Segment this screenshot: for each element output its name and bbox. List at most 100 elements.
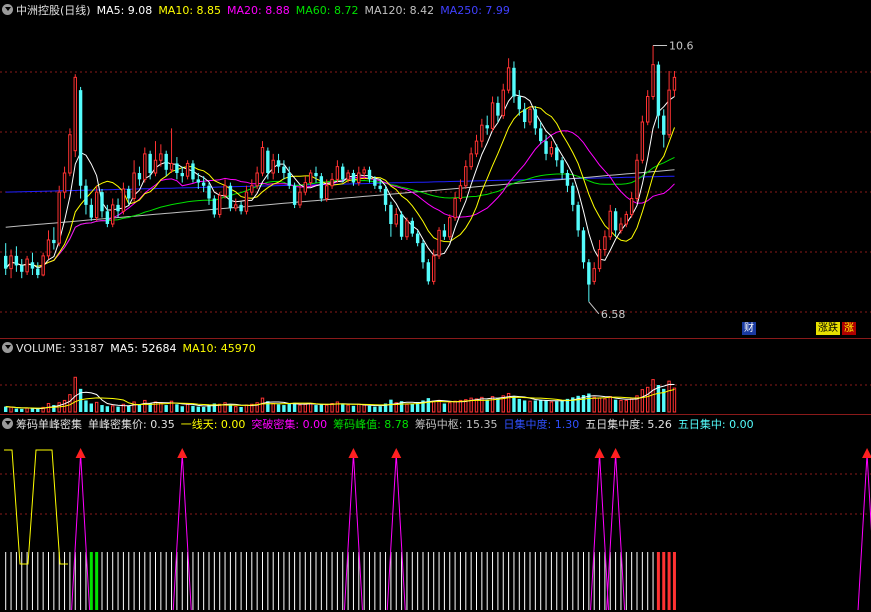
volume-bar-up xyxy=(271,403,275,413)
indicator-bar xyxy=(37,552,39,610)
volume-pane[interactable]: VOLUME: 33187 MA5: 52684 MA10: 45970 xyxy=(0,338,871,414)
volume-bar-up xyxy=(234,406,238,413)
indicator-bar xyxy=(529,552,531,610)
candle-body-up xyxy=(597,249,602,270)
volume-bar-up xyxy=(651,379,655,413)
volume-bar-down xyxy=(314,405,318,412)
candle-body-down xyxy=(84,185,88,205)
candle-body-up xyxy=(218,194,222,215)
volume-bar-up xyxy=(629,398,634,413)
candle-body-up xyxy=(41,255,45,276)
indicator-bar xyxy=(219,552,221,610)
candle-body-up xyxy=(185,162,190,177)
candle-body-up xyxy=(68,134,72,174)
volume-bar-up xyxy=(646,386,650,413)
candle-body-up xyxy=(255,172,259,187)
indicator-bar xyxy=(53,552,55,610)
indicator-pane[interactable]: 筹码单峰密集 单峰密集价: 0.35 一线天: 0.00 突破密集: 0.00 筹码峰值… xyxy=(0,414,871,612)
volume-bar-up xyxy=(640,389,645,413)
candle-body-up xyxy=(250,185,254,193)
volume-bar-up xyxy=(608,396,612,413)
badge-zhangdie[interactable]: 涨跌 xyxy=(816,322,840,335)
candle-body-down xyxy=(587,262,591,285)
indicator-bar xyxy=(561,552,563,610)
indicator-bar xyxy=(304,552,306,610)
candle-body-down xyxy=(319,176,324,199)
candle-body-down xyxy=(426,262,431,282)
indicator-bar xyxy=(208,552,210,610)
indicator-bar xyxy=(336,552,338,610)
signal-arrow-icon xyxy=(610,448,621,458)
indicator-bar xyxy=(540,552,542,610)
volume-bar-up xyxy=(185,403,190,413)
candle-body-up xyxy=(335,166,340,180)
five-day-concentration: 五日集中度: 5.26 xyxy=(585,418,672,431)
five-day-concentrated: 五日集中: 0.00 xyxy=(677,418,754,431)
indicator-bar xyxy=(672,552,676,610)
volume-bar-up xyxy=(94,401,99,413)
candle-body-up xyxy=(362,169,366,174)
indicator-bar xyxy=(556,552,558,610)
badge-cai[interactable]: 财 xyxy=(742,322,756,335)
indicator-bar xyxy=(10,552,12,610)
candle-body-down xyxy=(4,255,8,269)
indicator-bar xyxy=(213,552,215,610)
candle-body-down xyxy=(127,188,131,199)
volume-bar-down xyxy=(164,405,168,412)
indicator-bar xyxy=(272,552,274,610)
indicator-bar xyxy=(294,552,296,610)
indicator-bar xyxy=(133,552,135,610)
indicator-bar xyxy=(240,552,242,610)
volume-bar-up xyxy=(25,407,29,413)
indicator-bar xyxy=(572,552,574,610)
indicator-bar xyxy=(566,552,568,610)
indicator-bar xyxy=(481,552,483,610)
indicator-bar xyxy=(267,552,269,610)
volume-bar-up xyxy=(111,405,115,413)
candle-body-down xyxy=(228,185,233,209)
indicator-bar xyxy=(406,552,408,610)
candle-body-up xyxy=(528,108,532,123)
candle-body-down xyxy=(399,214,404,237)
indicator-bar xyxy=(64,552,66,610)
candle-body-down xyxy=(100,192,104,212)
volume-bar-down xyxy=(137,404,142,412)
candle-body-down xyxy=(613,211,618,231)
volume-bar-down xyxy=(4,406,8,412)
candle-body-down xyxy=(539,128,543,142)
volume-bar-down xyxy=(201,406,206,412)
signal-arrow-icon xyxy=(177,448,188,458)
indicator-bar xyxy=(427,552,429,610)
indicator-bar xyxy=(165,552,167,610)
candle-body-up xyxy=(437,229,441,257)
volume-bar-down xyxy=(100,405,104,412)
candle-body-up xyxy=(298,191,302,206)
volume-bar-up xyxy=(362,404,366,413)
indicator-bar xyxy=(256,552,258,610)
candle-body-down xyxy=(442,230,447,237)
badge-zhang[interactable]: 涨 xyxy=(842,322,856,335)
indicator-bar xyxy=(417,552,419,610)
collapse-icon[interactable] xyxy=(2,342,13,353)
indicator-chart[interactable] xyxy=(0,414,871,612)
candle-body-down xyxy=(276,160,281,167)
volume-bar-down xyxy=(560,400,564,412)
indicator-bar xyxy=(26,552,28,610)
collapse-icon[interactable] xyxy=(2,4,13,15)
vol-ma5-label: MA5: 52684 xyxy=(110,342,177,355)
indicator-bar xyxy=(95,552,99,610)
indicator-bar xyxy=(518,552,520,610)
indicator-bar xyxy=(89,552,93,610)
candle-body-down xyxy=(560,160,564,173)
indicator-bar xyxy=(320,552,322,610)
candlestick-chart[interactable]: 10.6 6.58 xyxy=(0,0,871,338)
indicator-bar xyxy=(465,552,467,610)
candle-body-up xyxy=(394,213,398,225)
price-chart-pane[interactable]: 中洲控股(日线) MA5: 9.08 MA10: 8.85 MA20: 8.88 MA6… xyxy=(0,0,871,338)
indicator-bar xyxy=(101,552,103,610)
collapse-icon[interactable] xyxy=(2,418,13,429)
candle-body-up xyxy=(592,268,596,282)
volume-bar-down xyxy=(378,406,382,412)
indicator-bar xyxy=(369,552,370,610)
indicator-bar xyxy=(411,552,413,610)
